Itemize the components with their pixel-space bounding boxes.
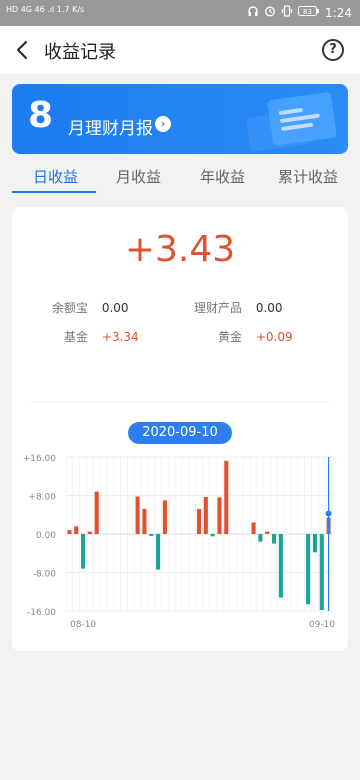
banner-decoration-document (267, 91, 337, 147)
status-bar: HD 4G 46 .ıl 1.7 K/s 83 1:24 (0, 0, 360, 26)
item-label: 黄金 (218, 330, 243, 344)
chart-bar (149, 534, 154, 536)
y-tick-label: -8.00 (33, 570, 57, 580)
chart-bar (251, 522, 256, 534)
page-title: 收益记录 (44, 42, 116, 63)
daily-earnings-chart[interactable]: +16.00 +8.00 0.00 -8.00 -16.00 08-10 09-10 (12, 447, 348, 637)
y-tick-label: 0.00 (36, 531, 56, 541)
divider (30, 402, 330, 403)
item-label: 余额宝 (52, 301, 89, 315)
chart-bar (142, 508, 147, 534)
headphones-icon (247, 5, 259, 20)
monthly-report-banner[interactable]: 8 月理财月报 › (12, 84, 348, 154)
item-value: 0.00 (255, 301, 283, 315)
chart-bar (196, 508, 202, 534)
x-tick-label: 09-10 (309, 620, 335, 630)
status-right: 83 1:24 (247, 5, 352, 20)
selected-date-pill: 2020-09-10 (128, 422, 232, 444)
help-circle-icon: ? (329, 42, 337, 57)
chart-bar (319, 534, 324, 611)
item-value: +3.34 (101, 330, 139, 344)
chevron-right-icon: › (155, 116, 171, 132)
item-label: 基金 (64, 330, 89, 344)
chart-bar (210, 534, 215, 537)
status-time: 1:24 (325, 5, 352, 20)
chart-bar (81, 534, 86, 569)
item-value: +0.09 (255, 330, 293, 344)
chart-bar (135, 496, 140, 534)
chevron-left-icon (17, 41, 27, 59)
total-earnings: +3.43 (124, 229, 236, 270)
chart-bar (87, 531, 92, 534)
item-fund: 基金 +3.34 (64, 328, 139, 345)
tab-daily[interactable]: 日收益 (33, 166, 78, 187)
vibrate-icon (281, 5, 293, 20)
item-value: 0.00 (101, 301, 129, 315)
chart-bar (67, 530, 72, 534)
battery-icon: 83 (298, 5, 320, 20)
status-left-text: HD 4G 46 .ıl 1.7 K/s (6, 5, 85, 14)
tab-monthly[interactable]: 月收益 (116, 166, 161, 187)
battery-level: 83 (303, 8, 312, 16)
y-tick-label: +8.00 (28, 493, 56, 503)
app-header: 收益记录 ? (0, 26, 360, 74)
chart-bar (162, 500, 167, 534)
y-tick-label: -16.00 (27, 608, 56, 618)
status-left: HD 4G 46 .ıl 1.7 K/s (6, 5, 84, 14)
chart-bar (94, 491, 99, 534)
chart-bar (203, 496, 208, 534)
chart-bar (217, 497, 222, 534)
chart-bar (278, 534, 283, 598)
alarm-icon (264, 5, 276, 20)
item-yuebao: 余额宝 0.00 (52, 299, 129, 316)
chart-bar (74, 526, 79, 534)
selected-indicator-dot (325, 510, 332, 517)
earnings-card: +3.43 余额宝 0.00 理财产品 0.00 基金 +3.34 黄金 +0.… (12, 207, 348, 651)
active-tab-indicator (12, 191, 96, 193)
item-wealth-products: 理财产品 0.00 (194, 299, 283, 316)
tab-cumulative[interactable]: 累计收益 (278, 166, 338, 187)
chart-bar (271, 534, 277, 544)
tab-bar: 日收益 月收益 年收益 累计收益 (0, 160, 360, 194)
help-button[interactable]: ? (322, 39, 344, 61)
item-label: 理财产品 (194, 301, 243, 315)
item-gold: 黄金 +0.09 (218, 328, 293, 345)
tab-yearly[interactable]: 年收益 (200, 166, 245, 187)
chart-bar (312, 534, 317, 553)
x-tick-label: 08-10 (70, 620, 96, 630)
chart-bar (265, 531, 270, 534)
banner-title: 月理财月报 (68, 119, 153, 139)
chart-bar (258, 534, 263, 542)
back-button[interactable] (12, 38, 34, 62)
chart-bar (306, 534, 311, 605)
chart-bar (156, 534, 161, 570)
banner-month-number: 8 (28, 95, 54, 136)
y-tick-label: +16.00 (23, 454, 57, 464)
chart-bar (224, 460, 229, 534)
